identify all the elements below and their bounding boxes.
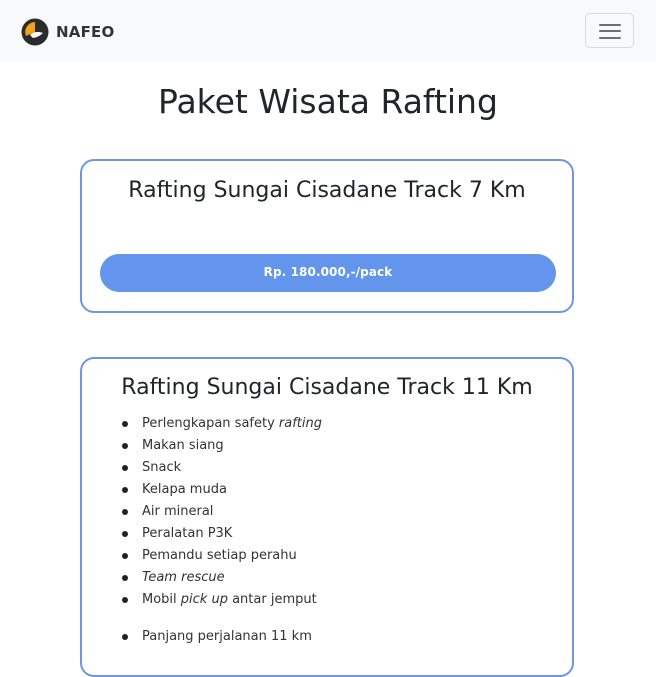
price-button[interactable]: Rp. 180.000,-/pack: [100, 254, 556, 292]
menu-toggle-button[interactable]: [585, 13, 634, 48]
list-item: Panjang perjalanan 11 km: [122, 626, 322, 648]
list-item: Team rescue: [122, 567, 322, 589]
list-item: Makan siang: [122, 435, 322, 457]
list-item: Kelapa muda: [122, 479, 322, 501]
list-item: Air mineral: [122, 501, 322, 523]
package-title: Rafting Sungai Cisadane Track 7 Km: [128, 178, 526, 203]
list-item: Mobil pick up antar jemput: [122, 589, 322, 611]
package-title: Rafting Sungai Cisadane Track 11 Km: [121, 375, 533, 400]
hamburger-menu-icon: [599, 37, 621, 39]
brand-name: NAFEO: [56, 23, 115, 41]
hamburger-menu-icon: [599, 24, 621, 26]
feature-list: Perlengkapan safety rafting Makan siang …: [122, 413, 322, 648]
package-card: Rafting Sungai Cisadane Track 7 Km Rp. 1…: [80, 159, 574, 313]
hamburger-menu-icon: [599, 30, 621, 32]
navbar: NAFEO: [0, 0, 656, 62]
list-item: Peralatan P3K: [122, 523, 322, 545]
page-title: Paket Wisata Rafting: [158, 82, 498, 121]
list-item: Perlengkapan safety rafting: [122, 413, 322, 435]
brand-logo-icon: [21, 18, 49, 46]
list-item: Snack: [122, 457, 322, 479]
brand-link[interactable]: NAFEO: [21, 17, 114, 47]
package-card: Rafting Sungai Cisadane Track 11 Km Perl…: [80, 357, 574, 677]
list-item: Pemandu setiap perahu: [122, 545, 322, 567]
